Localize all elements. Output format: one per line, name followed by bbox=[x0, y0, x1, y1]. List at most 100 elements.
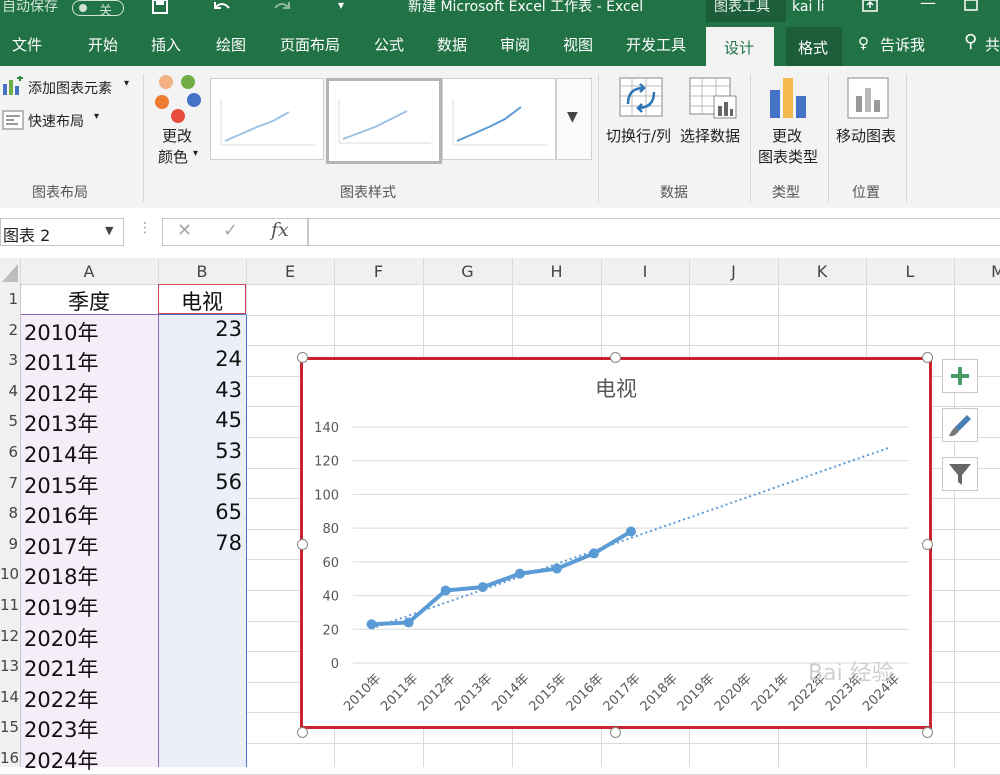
row-header[interactable]: 12 bbox=[0, 627, 19, 645]
row-header[interactable]: 10 bbox=[0, 565, 19, 583]
formula-input[interactable] bbox=[308, 218, 1000, 246]
cell-a[interactable]: 2018年 bbox=[24, 561, 98, 591]
select-all-icon[interactable] bbox=[0, 258, 20, 284]
select-data-icon[interactable] bbox=[688, 76, 738, 120]
resize-handle[interactable] bbox=[297, 539, 308, 550]
select-data-button[interactable]: 选择数据 bbox=[680, 125, 740, 146]
cell-a[interactable]: 2015年 bbox=[24, 470, 98, 500]
styles-more-button[interactable]: ▼ bbox=[556, 78, 592, 160]
tab-view[interactable]: 视图 bbox=[563, 34, 593, 55]
cell-a[interactable]: 2022年 bbox=[24, 684, 98, 714]
customize-qat-icon[interactable]: ▾ bbox=[338, 0, 344, 12]
row-header[interactable]: 11 bbox=[0, 596, 19, 614]
cancel-icon[interactable]: ✕ bbox=[177, 220, 192, 241]
enter-icon[interactable]: ✓ bbox=[223, 220, 238, 241]
tell-me-box[interactable]: 告诉我 bbox=[880, 34, 925, 55]
change-colors-label-2[interactable]: 颜色 bbox=[158, 146, 188, 167]
resize-handle[interactable] bbox=[610, 352, 621, 363]
palette-icon[interactable] bbox=[154, 72, 204, 126]
cell-b[interactable]: 53 bbox=[160, 439, 242, 463]
add-chart-element-button[interactable]: 添加图表元素 bbox=[28, 78, 112, 98]
save-icon[interactable] bbox=[152, 0, 168, 14]
row-header[interactable]: 6 bbox=[0, 443, 18, 461]
share-button[interactable]: 共 bbox=[985, 34, 1000, 55]
cell-a[interactable]: 2024年 bbox=[24, 745, 98, 775]
tab-data[interactable]: 数据 bbox=[437, 34, 467, 55]
cell-a[interactable]: 2010年 bbox=[24, 317, 98, 347]
row-header[interactable]: 9 bbox=[0, 535, 18, 553]
quick-layout-button[interactable]: 快速布局 bbox=[28, 111, 84, 131]
col-header-e[interactable]: E bbox=[246, 262, 334, 281]
chart-styles-button[interactable] bbox=[942, 408, 978, 442]
switch-row-column-button[interactable]: 切换行/列 bbox=[606, 125, 671, 146]
move-chart-icon[interactable] bbox=[846, 76, 890, 120]
col-header-j[interactable]: J bbox=[689, 262, 778, 281]
resize-handle[interactable] bbox=[610, 727, 621, 738]
col-header-f[interactable]: F bbox=[334, 262, 423, 281]
chart-style-3[interactable] bbox=[442, 78, 556, 160]
cell-a1[interactable]: 季度 bbox=[20, 286, 158, 316]
cell-a[interactable]: 2013年 bbox=[24, 408, 98, 438]
row-header[interactable]: 4 bbox=[0, 382, 18, 400]
tab-developer[interactable]: 开发工具 bbox=[626, 34, 686, 55]
resize-handle[interactable] bbox=[922, 727, 933, 738]
cell-b[interactable]: 45 bbox=[160, 408, 242, 432]
row-header[interactable]: 16 bbox=[0, 749, 19, 767]
row-header[interactable]: 3 bbox=[0, 351, 18, 369]
row-header[interactable]: 1 bbox=[0, 290, 18, 308]
cell-a[interactable]: 2017年 bbox=[24, 531, 98, 561]
user-name[interactable]: kai li bbox=[792, 0, 825, 14]
tab-formulas[interactable]: 公式 bbox=[374, 34, 404, 55]
row-header[interactable]: 8 bbox=[0, 504, 18, 522]
tab-home[interactable]: 开始 bbox=[88, 34, 118, 55]
tab-format[interactable]: 格式 bbox=[786, 27, 842, 67]
ribbon-display-icon[interactable] bbox=[862, 0, 878, 12]
tab-review[interactable]: 审阅 bbox=[500, 34, 530, 55]
cell-a[interactable]: 2014年 bbox=[24, 439, 98, 469]
col-header-g[interactable]: G bbox=[423, 262, 512, 281]
row-header[interactable]: 7 bbox=[0, 474, 18, 492]
row-header[interactable]: 13 bbox=[0, 657, 19, 675]
change-chart-type-icon[interactable] bbox=[768, 76, 810, 120]
row-header[interactable]: 2 bbox=[0, 321, 18, 339]
chart-elements-button[interactable] bbox=[942, 359, 978, 393]
cell-b[interactable]: 65 bbox=[160, 500, 242, 524]
cell-a[interactable]: 2012年 bbox=[24, 378, 98, 408]
tab-insert[interactable]: 插入 bbox=[151, 34, 181, 55]
maximize-icon[interactable] bbox=[964, 0, 978, 12]
chart-style-1[interactable] bbox=[210, 78, 324, 160]
resize-handle[interactable] bbox=[297, 727, 308, 738]
cell-b[interactable]: 43 bbox=[160, 378, 242, 402]
move-chart-button[interactable]: 移动图表 bbox=[836, 125, 896, 146]
tab-draw[interactable]: 绘图 bbox=[216, 34, 246, 55]
cell-b1[interactable]: 电视 bbox=[158, 286, 246, 316]
change-type-label-1[interactable]: 更改 bbox=[772, 125, 802, 146]
undo-icon[interactable] bbox=[212, 0, 232, 14]
cell-b[interactable]: 78 bbox=[160, 531, 242, 555]
resize-handle[interactable] bbox=[922, 539, 933, 550]
col-header-i[interactable]: I bbox=[601, 262, 689, 281]
change-type-label-2[interactable]: 图表类型 bbox=[758, 146, 818, 167]
switch-row-column-icon[interactable] bbox=[618, 76, 664, 118]
chart-filters-button[interactable] bbox=[942, 457, 978, 491]
resize-handle[interactable] bbox=[297, 352, 308, 363]
redo-icon[interactable] bbox=[272, 0, 292, 14]
cell-b[interactable]: 56 bbox=[160, 470, 242, 494]
tab-page-layout[interactable]: 页面布局 bbox=[280, 34, 340, 55]
cell-a[interactable]: 2023年 bbox=[24, 714, 98, 744]
col-header-k[interactable]: K bbox=[778, 262, 866, 281]
col-header-b[interactable]: B bbox=[158, 262, 246, 281]
change-colors-label-1[interactable]: 更改 bbox=[162, 125, 192, 146]
cell-a[interactable]: 2021年 bbox=[24, 653, 98, 683]
row-header[interactable]: 5 bbox=[0, 412, 18, 430]
tab-design[interactable]: 设计 bbox=[706, 27, 774, 67]
minimize-icon[interactable]: — bbox=[920, 0, 936, 11]
autosave-toggle[interactable]: 关 bbox=[72, 0, 124, 19]
cell-a[interactable]: 2011年 bbox=[24, 347, 98, 377]
cell-a[interactable]: 2019年 bbox=[24, 592, 98, 622]
col-header-a[interactable]: A bbox=[20, 262, 158, 281]
col-header-m[interactable]: M bbox=[954, 262, 1000, 281]
more-options-icon[interactable]: ⋮ bbox=[138, 220, 152, 236]
cell-b[interactable]: 24 bbox=[160, 347, 242, 371]
share-person-icon[interactable]: ⚲ bbox=[964, 31, 977, 52]
